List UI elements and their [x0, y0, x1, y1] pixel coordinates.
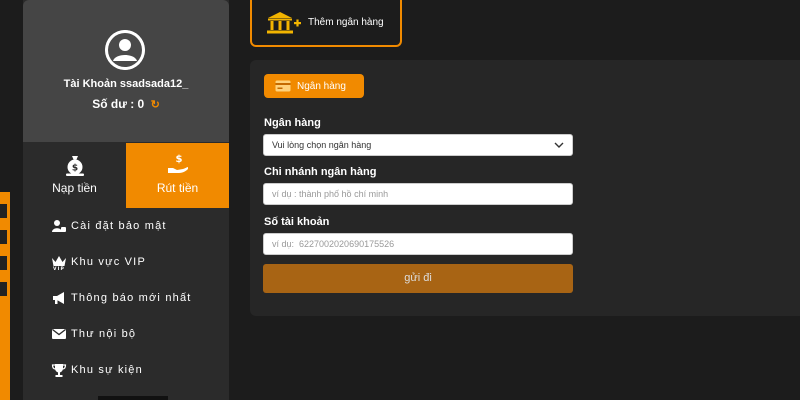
sidebar-item-label: Thông báo mới nhất [71, 292, 192, 304]
envelope-icon [52, 328, 66, 339]
add-bank-label: Thêm ngân hàng [308, 17, 384, 28]
svg-text:VIP: VIP [53, 266, 65, 270]
sidebar-item-events[interactable]: Khu sự kiện [23, 352, 229, 388]
account-number-input[interactable] [263, 233, 573, 255]
balance-row: Số dư : 0 ↻ [23, 97, 229, 111]
sidebar-item-label: Khu sự kiện [71, 364, 143, 376]
bank-select-value: Vui lòng chọn ngân hàng [272, 140, 372, 150]
avatar[interactable] [105, 30, 145, 70]
edge-notch [0, 282, 7, 296]
sidebar-item-inbox[interactable]: Thư nội bộ [23, 316, 229, 352]
refresh-icon[interactable]: ↻ [151, 98, 160, 111]
sidebar-menu: Cài đặt bảo mật VIP Khu vực VIP Thông bá… [23, 208, 229, 388]
trophy-icon [51, 364, 67, 377]
chevron-down-icon [554, 142, 564, 148]
megaphone-icon [53, 292, 64, 304]
add-bank-button[interactable]: Thêm ngân hàng [250, 0, 402, 47]
bank-add-icon [267, 11, 301, 33]
bank-tab-label: Ngân hàng [297, 80, 346, 92]
card-icon [275, 80, 291, 92]
account-name: Tài Khoản ssadsada12_ [63, 78, 189, 90]
sidebar-bottom-bar [98, 396, 168, 400]
sidebar-item-label: Thư nội bộ [71, 328, 137, 340]
sidebar-item-security[interactable]: Cài đặt bảo mật [23, 208, 229, 244]
bank-label: Ngân hàng [264, 117, 321, 129]
svg-text:$: $ [72, 164, 78, 174]
svg-text:$: $ [176, 154, 183, 165]
sidebar-item-label: Khu vực VIP [71, 256, 146, 268]
balance-text: Số dư : 0 [92, 97, 145, 111]
bank-tab[interactable]: Ngân hàng [264, 74, 364, 98]
tab-deposit-label: Nạp tiền [52, 181, 97, 195]
tab-withdraw-label: Rút tiền [156, 181, 199, 195]
user-avatar-icon [105, 30, 145, 70]
money-bag-icon: $ [66, 156, 84, 176]
edge-notch [0, 204, 7, 218]
branch-input[interactable] [263, 183, 573, 205]
account-number-label: Số tài khoản [264, 216, 330, 228]
tab-deposit[interactable]: $ Nạp tiền [23, 143, 126, 208]
sidebar-item-vip[interactable]: VIP Khu vực VIP [23, 244, 229, 280]
sidebar-item-label: Cài đặt bảo mật [71, 220, 167, 232]
crown-icon: VIP [52, 256, 66, 270]
sidebar-item-notifications[interactable]: Thông báo mới nhất [23, 280, 229, 316]
bank-select[interactable]: Vui lòng chọn ngân hàng [263, 134, 573, 156]
edge-notch [0, 230, 7, 244]
sidebar: Tài Khoản ssadsada12_ Số dư : 0 ↻ $ Nạp … [23, 0, 229, 400]
tab-withdraw[interactable]: $ Rút tiền [126, 143, 229, 208]
left-edge-strip [0, 192, 10, 400]
bank-form-panel: Ngân hàng Ngân hàng Vui lòng chọn ngân h… [250, 60, 800, 316]
profile-card: Tài Khoản ssadsada12_ Số dư : 0 ↻ [23, 0, 229, 142]
edge-notch [0, 256, 7, 270]
submit-button[interactable]: gửi đi [263, 264, 573, 293]
user-lock-icon [52, 220, 66, 232]
hand-money-icon: $ [168, 154, 188, 173]
branch-label: Chi nhánh ngân hàng [264, 166, 377, 178]
